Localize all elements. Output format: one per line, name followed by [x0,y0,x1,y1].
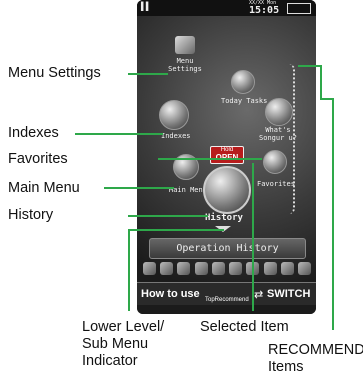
indexes-label: Indexes [161,132,191,140]
callout-line-indexes [75,133,163,135]
callout-favorites: Favorites [8,151,68,167]
softkey-switch[interactable]: SWITCH [267,286,310,302]
scroll-arc [289,64,295,214]
callout-line-main-menu [104,187,174,189]
callout-line-lower-level-h [128,229,224,231]
favorites-icon[interactable] [263,150,287,174]
recommend-item[interactable] [280,262,294,275]
callout-line-recommend-v1 [320,65,322,99]
callout-selected-item: Selected Item [200,319,289,335]
menu-settings-icon[interactable] [175,36,195,54]
recommend-item[interactable] [211,262,225,275]
hold-open-badge: Hold OPEN [210,146,244,164]
callout-main-menu: Main Menu [8,180,80,196]
recommend-item[interactable] [297,262,311,275]
recommend-items [143,262,311,278]
callout-line-recommend-v2 [332,98,334,330]
callout-lower-level-line2: Sub Menu [82,336,149,352]
callout-lower-level-line3: Indicator [82,353,138,369]
main-menu-label: Main Menu [169,186,207,194]
phone-screen: ▌▌ XX/XX Mon 15:05 Menu Settings Today T… [137,0,316,314]
callout-menu-settings: Menu Settings [8,65,101,81]
recommend-item[interactable] [229,262,243,275]
status-bar: ▌▌ XX/XX Mon 15:05 [137,0,316,16]
callout-lower-level-line1: Lower Level/ [82,319,165,335]
signal-icon: ▌▌ [141,2,151,11]
status-time: 15:05 [249,5,280,16]
callout-line-recommend-top [298,65,322,67]
callout-line-selected-v [252,163,254,311]
callout-line-favorites [158,158,262,160]
recommend-item[interactable] [143,262,156,275]
callout-line-history [128,215,208,217]
switch-icon: ⇄ [254,289,264,301]
recommend-item[interactable] [263,262,277,275]
recommend-item[interactable] [194,262,208,275]
callout-recommend-line1: RECOMMEND [268,342,363,358]
callout-recommend-line2: Items [268,359,304,375]
menu-settings-label: Menu Settings [168,57,202,73]
callout-history: History [8,207,54,223]
callout-line-menu-settings [128,73,168,75]
callout-line-lower-level-v [128,229,130,311]
history-label: History [205,213,243,223]
callout-indexes: Indexes [8,125,59,141]
operation-history-button[interactable]: Operation History [149,238,306,259]
recommend-item[interactable] [160,262,174,275]
indexes-icon[interactable] [159,100,189,130]
battery-icon [287,3,311,14]
callout-recommend: RECOMMEND Items [268,342,363,376]
today-tasks-icon[interactable] [231,70,255,94]
recommend-item[interactable] [177,262,191,275]
softkey-bar: How to use TopRecommend ⇄ SWITCH [137,282,316,305]
callout-lower-level: Lower Level/ Sub Menu Indicator [82,319,164,370]
today-tasks-label: Today Tasks [221,97,268,105]
softkey-top-recommend[interactable]: TopRecommend [205,292,249,308]
softkey-how-to-use[interactable]: How to use [141,286,200,302]
selected-item-icon[interactable] [203,166,251,214]
